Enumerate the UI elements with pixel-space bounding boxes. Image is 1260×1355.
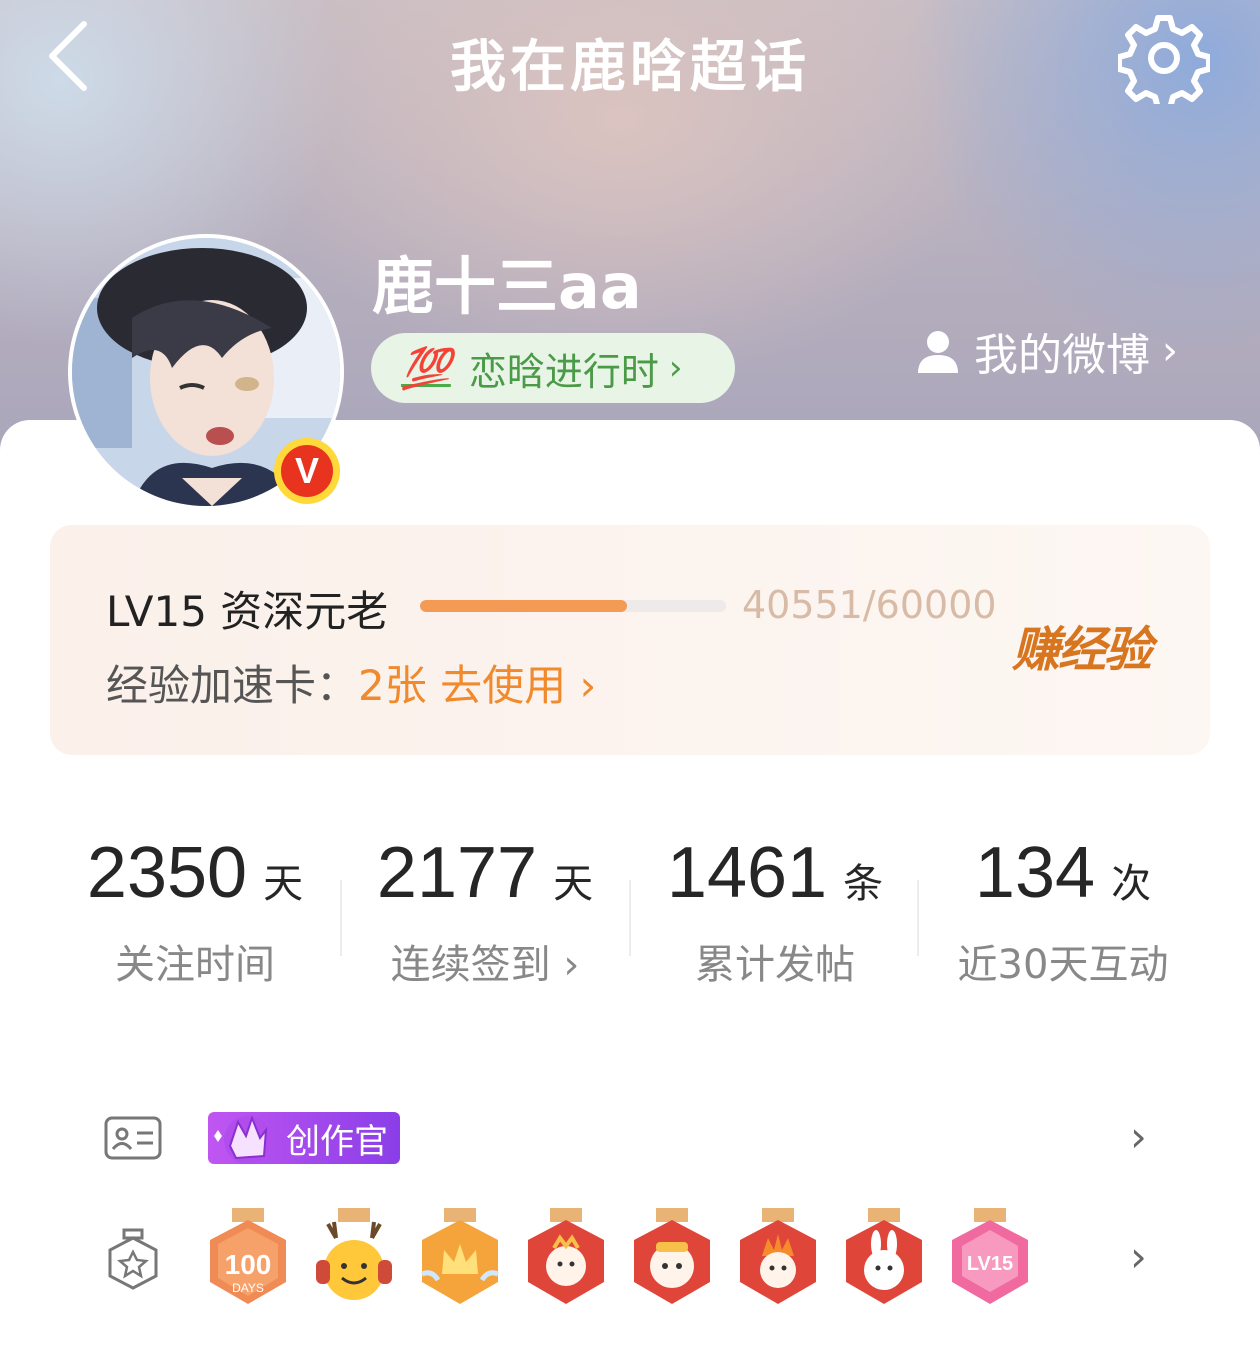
level-progress-bar — [420, 600, 726, 612]
chevron-right-icon: › — [1162, 328, 1178, 374]
100-days-medal-icon[interactable]: 100 DAYS — [206, 1208, 290, 1308]
rabbit-medal-icon[interactable] — [842, 1208, 926, 1308]
stat-value: 2350 — [86, 833, 248, 913]
settings-button[interactable] — [1116, 12, 1212, 111]
my-weibo-label: 我的微博 — [974, 330, 1150, 381]
stat-divider — [340, 880, 342, 956]
chevron-right-icon: › — [579, 661, 597, 710]
stat-unit: 天 — [263, 861, 304, 907]
status-label: 恋晗进行时 — [468, 349, 659, 394]
stat-follow-days: 2350 天 关注时间 — [50, 790, 340, 1020]
gear-icon — [1116, 15, 1212, 111]
dragon-new-year-medal-3-icon[interactable] — [736, 1208, 820, 1308]
stat-interactions: 134 次 近30天互动 — [918, 790, 1208, 1020]
user-icon — [918, 331, 958, 373]
dragon-new-year-medal-2-icon[interactable] — [630, 1208, 714, 1308]
stat-value: 134 — [974, 833, 1096, 913]
stat-value: 2177 — [376, 833, 538, 913]
boost-label: 经验加速卡： — [106, 661, 359, 710]
deer-music-medal-icon[interactable] — [312, 1208, 396, 1308]
stat-value: 1461 — [666, 833, 828, 913]
stat-caption: 累计发帖 — [695, 942, 855, 988]
crown-medal-icon[interactable] — [418, 1208, 502, 1308]
stat-unit: 天 — [553, 861, 594, 907]
lv15-medal-icon[interactable]: LV15 — [948, 1208, 1032, 1308]
avatar[interactable]: V — [68, 234, 344, 510]
chevron-right-icon[interactable]: › — [1130, 1112, 1147, 1161]
hundred-points-icon: 💯 — [401, 345, 451, 391]
earn-exp-button[interactable]: 赚经验 — [1012, 610, 1152, 680]
medal-subtext: DAYS — [232, 1281, 264, 1295]
level-progress-fill — [420, 600, 627, 612]
stat-caption: 关注时间 — [115, 942, 275, 988]
medal-text: 100 — [225, 1249, 272, 1280]
vip-badge: V — [274, 438, 340, 504]
stat-divider — [629, 880, 631, 956]
stat-total-posts: 1461 条 累计发帖 — [630, 790, 920, 1020]
page-title: 我在鹿晗超话 — [450, 35, 810, 100]
creator-label: 创作官 — [286, 1121, 388, 1162]
username: 鹿十三aa — [372, 250, 642, 323]
stat-caption: 连续签到 — [390, 942, 551, 988]
medal-text: LV15 — [967, 1253, 1013, 1275]
stat-unit: 次 — [1111, 861, 1152, 907]
creator-hand-icon — [214, 1115, 272, 1164]
stat-caption: 近30天互动 — [957, 942, 1169, 988]
chevron-right-icon: › — [668, 348, 683, 388]
boost-card-row[interactable]: 经验加速卡：2张 去使用 › — [106, 652, 596, 713]
exp-count: 40551/60000 — [742, 583, 997, 627]
my-weibo-link[interactable]: 我的微博 › — [914, 318, 1178, 384]
medal-outline-icon — [108, 1228, 158, 1290]
status-pill[interactable]: 💯 恋晗进行时 › — [371, 333, 735, 403]
creator-badge[interactable]: 创作官 — [208, 1112, 400, 1164]
stat-divider — [917, 880, 919, 956]
boost-count: 2张 — [358, 661, 427, 710]
dragon-new-year-medal-1-icon[interactable] — [524, 1208, 608, 1308]
stat-checkin-streak[interactable]: 2177 天 连续签到 › — [340, 790, 630, 1020]
vip-badge-label: V — [281, 445, 333, 497]
level-name: LV15 资深元老 — [106, 587, 389, 636]
boost-action: 去使用 — [440, 661, 567, 710]
chevron-right-icon: › — [550, 942, 580, 988]
id-card-icon — [104, 1116, 162, 1160]
stat-unit: 条 — [843, 861, 884, 907]
chevron-right-icon[interactable]: › — [1130, 1232, 1147, 1281]
